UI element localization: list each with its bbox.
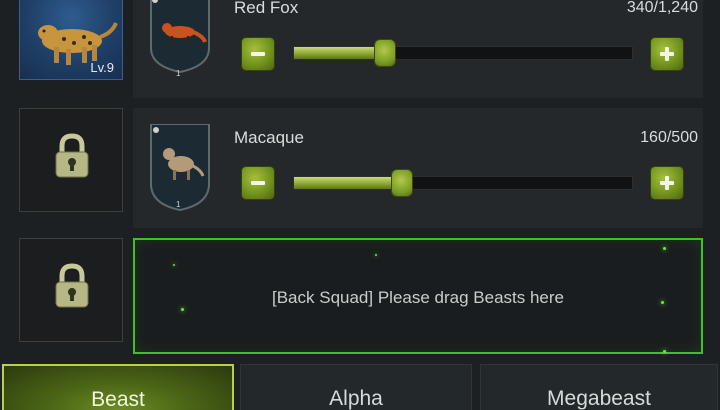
back-squad-hint: [Back Squad] Please drag Beasts here (271, 288, 564, 307)
slider-handle[interactable] (374, 39, 396, 67)
minus-icon (251, 52, 265, 56)
beast-slot-2[interactable] (19, 108, 123, 212)
slider-fill (294, 177, 402, 189)
squad-row-2 (133, 108, 703, 228)
padlock-icon (55, 263, 89, 308)
beast-slot-1[interactable]: Lv.9 (19, 0, 123, 80)
red-fox-icon (150, 0, 210, 74)
quantity-slider[interactable] (293, 39, 633, 67)
tab-beast[interactable]: Beast (2, 364, 234, 410)
plus-icon (660, 176, 674, 190)
slider-handle[interactable] (391, 169, 413, 197)
beast-count: 160/500 (640, 129, 698, 146)
shield-badge: 1 (176, 200, 181, 209)
sparkle (663, 350, 666, 353)
sparkle (663, 247, 666, 250)
tab-megabeast[interactable]: Megabeast (480, 364, 718, 410)
sparkle (173, 264, 175, 266)
increase-button[interactable] (650, 37, 684, 71)
beast-count: 340/1,240 (626, 0, 698, 16)
sparkle (181, 308, 184, 311)
tab-alpha[interactable]: Alpha (240, 364, 472, 410)
quantity-slider[interactable] (293, 169, 633, 197)
macaque-icon (150, 124, 210, 212)
tab-label: Megabeast (547, 387, 651, 410)
tab-label: Alpha (329, 387, 383, 410)
decrease-button[interactable] (241, 166, 275, 200)
decrease-button[interactable] (241, 37, 275, 71)
beast-name: Macaque (234, 128, 304, 147)
increase-button[interactable] (650, 166, 684, 200)
minus-icon (251, 181, 265, 185)
plus-icon (660, 47, 674, 61)
sparkle (375, 254, 377, 256)
slider-fill (294, 47, 385, 59)
tab-label: Beast (91, 388, 145, 410)
beast-level: Lv.9 (90, 60, 114, 75)
shield-badge: 1 (176, 69, 181, 78)
back-squad-drop-zone[interactable]: [Back Squad] Please drag Beasts here (133, 238, 703, 354)
padlock-icon (55, 133, 89, 178)
beast-name: Red Fox (234, 0, 299, 17)
beast-slot-3[interactable] (19, 238, 123, 342)
